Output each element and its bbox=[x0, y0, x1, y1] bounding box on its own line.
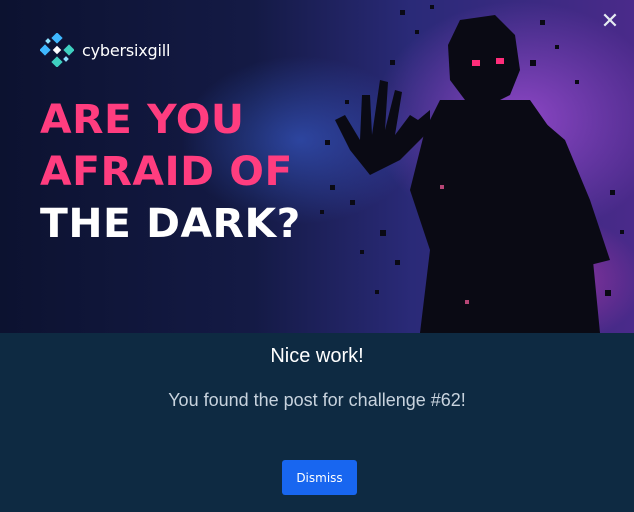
shadow-figure-illustration bbox=[320, 5, 624, 333]
headline-line-3: THE DARK? bbox=[40, 201, 301, 247]
close-button[interactable]: ✕ bbox=[598, 10, 622, 34]
cybersixgill-logo-icon bbox=[40, 33, 74, 67]
dialog-title: Nice work! bbox=[270, 345, 364, 367]
headline-line-1: ARE YOU bbox=[40, 97, 245, 143]
hero-banner: cybersixgill ARE YOU AFRAID OF THE DARK? bbox=[0, 0, 634, 333]
challenge-modal: cybersixgill ARE YOU AFRAID OF THE DARK? bbox=[0, 0, 634, 512]
dismiss-button[interactable]: Dismiss bbox=[282, 460, 357, 495]
brand-name: cybersixgill bbox=[82, 40, 171, 60]
headline-line-2: AFRAID OF bbox=[40, 149, 293, 195]
dialog-body: Nice work! You found the post for challe… bbox=[0, 333, 634, 512]
dialog-message: You found the post for challenge #62! bbox=[168, 390, 466, 410]
brand-logo: cybersixgill bbox=[40, 33, 170, 67]
close-icon: ✕ bbox=[600, 9, 620, 34]
hero-headline: ARE YOU AFRAID OF THE DARK? bbox=[40, 94, 301, 250]
